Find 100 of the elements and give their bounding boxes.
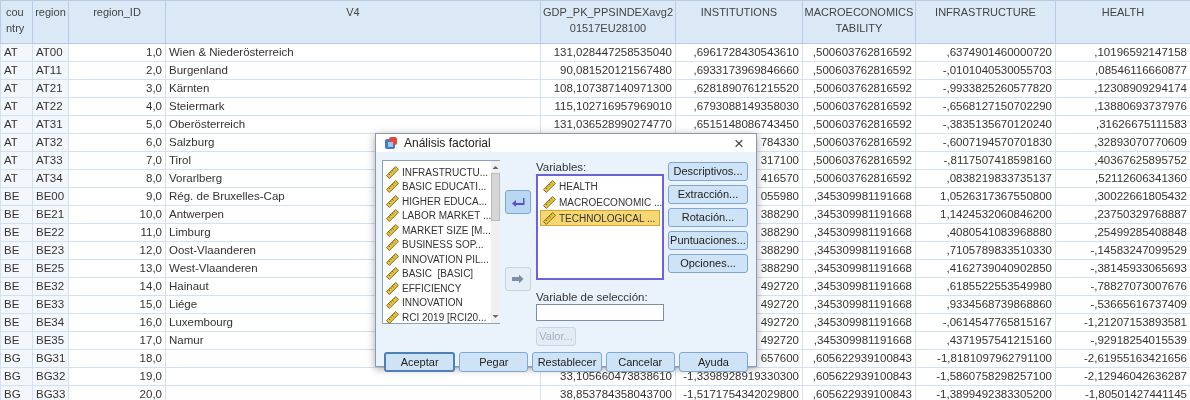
table-cell: ,500603762816592: [802, 97, 916, 116]
table-cell: -,0101040530055703: [915, 61, 1056, 80]
dialog-button[interactable]: Opciones...: [668, 254, 748, 273]
table-cell: 11,0: [68, 223, 166, 242]
table-cell: Kärnten: [165, 79, 541, 98]
scrollbar-thumb[interactable]: [491, 173, 501, 221]
table-cell: 10,0: [68, 205, 166, 224]
table-cell: ,6281890761215520: [675, 79, 803, 98]
table-cell: 15,0: [68, 295, 166, 314]
table-cell: 1,0: [68, 43, 166, 62]
table-cell: 16,0: [68, 313, 166, 332]
table-cell: 14,0: [68, 277, 166, 296]
ruler-icon: [386, 238, 399, 252]
table-cell: ,345309981191668: [802, 205, 916, 224]
table-cell: Burgenland: [165, 61, 541, 80]
ruler-icon: [386, 267, 399, 281]
column-header[interactable]: V4: [346, 4, 360, 20]
table-cell: 3,0: [68, 79, 166, 98]
dialog-button[interactable]: Puntuaciones...: [668, 231, 748, 250]
table-cell: 19,0: [68, 367, 166, 386]
variable-item[interactable]: LABOR MARKET ...: [402, 208, 492, 224]
arrow-icon: [511, 273, 525, 285]
ruler-icon: [386, 194, 399, 208]
variable-item[interactable]: TECHNOLOGICAL ...: [540, 210, 660, 226]
table-cell: ,605622939100843: [802, 367, 916, 386]
table-cell: ,6933173969846660: [675, 61, 803, 80]
table-cell: ,9334568739868860: [915, 295, 1056, 314]
ruler-icon: [386, 281, 399, 295]
table-cell: ,6374901460000720: [915, 43, 1056, 62]
table-cell: ,605622939100843: [802, 349, 916, 368]
variable-item[interactable]: MARKET SIZE [M...: [402, 222, 491, 238]
table-cell: 108,107387140971300: [540, 79, 676, 98]
table-cell: ,500603762816592: [802, 169, 916, 188]
ruler-icon: [386, 180, 399, 194]
dialog-button[interactable]: Descriptivos...: [668, 162, 748, 181]
table-cell: 12,0: [68, 241, 166, 260]
table-cell: 13,0: [68, 259, 166, 278]
table-cell: ,4162739040902850: [915, 259, 1056, 278]
dialog-title: Análisis factorial: [404, 135, 491, 152]
table-cell: 131,028447258535040: [540, 43, 676, 62]
table-cell: ,345309981191668: [802, 331, 916, 350]
scrollbar[interactable]: [491, 161, 501, 323]
table-cell: -1,5860758298257100: [915, 367, 1056, 386]
column-header[interactable]: region_ID: [93, 4, 141, 20]
table-cell: 17,0: [68, 331, 166, 350]
table-cell: ,500603762816592: [802, 43, 916, 62]
scroll-down-icon[interactable]: [491, 312, 501, 321]
ruler-icon: [386, 209, 399, 223]
dialog-button[interactable]: Cancelar: [605, 352, 675, 372]
table-cell: ,500603762816592: [802, 151, 916, 170]
close-button[interactable]: ×: [730, 134, 748, 152]
table-cell: ,345309981191668: [802, 241, 916, 260]
variable-item[interactable]: MACROECONOMIC ...: [540, 194, 660, 210]
move-button[interactable]: [505, 190, 531, 214]
table-cell: 2,0: [68, 61, 166, 80]
table-cell: 1,0526317367550800: [915, 187, 1056, 206]
ruler-icon: [386, 252, 399, 266]
ruler-icon: [386, 223, 399, 237]
ruler-icon: [543, 195, 556, 209]
table-cell: Wien & Niederösterreich: [165, 43, 541, 62]
table-cell: ,500603762816592: [802, 79, 916, 98]
table-cell: 1,1424532060846200: [915, 205, 1056, 224]
selection-variable-field[interactable]: [536, 304, 664, 321]
variable-item[interactable]: HEALTH: [540, 178, 660, 194]
table-cell: ,500603762816592: [802, 61, 916, 80]
table-cell: ,6961728430543610: [675, 43, 803, 62]
dialog-button[interactable]: Ayuda: [678, 352, 748, 372]
ruler-icon: [386, 165, 399, 179]
dialog-button[interactable]: Restablecer: [532, 352, 602, 372]
ruler-icon: [543, 179, 556, 193]
dialog-button[interactable]: Rotación...: [668, 208, 748, 227]
dialog-button[interactable]: Extracción...: [668, 185, 748, 204]
table-cell: ,4080541083968880: [915, 223, 1056, 242]
table-cell: ,500603762816592: [802, 115, 916, 134]
table-cell: ,345309981191668: [802, 313, 916, 332]
column-header[interactable]: HEALTH: [1101, 4, 1145, 20]
table-cell: 90,081520121567480: [540, 61, 676, 80]
table-cell: -,3835135670120240: [915, 115, 1056, 134]
table-cell: ,345309981191668: [802, 223, 916, 242]
table-cell: -,9933825260577820: [915, 79, 1056, 98]
dialog-button[interactable]: Aceptar: [384, 352, 456, 372]
table-cell: ,345309981191668: [802, 295, 916, 314]
table-cell: ,4371957541215160: [915, 331, 1056, 350]
table-cell: -,0614547765815167: [915, 313, 1056, 332]
variable-item[interactable]: INNOVATION: [402, 295, 463, 311]
dialog-button[interactable]: Pegar: [459, 352, 529, 372]
table-cell: 5,0: [68, 115, 166, 134]
app-icon: [384, 136, 398, 150]
table-cell: ,6185522553549980: [915, 277, 1056, 296]
ruler-icon: [386, 296, 399, 310]
table-cell: ,7105789833510330: [915, 241, 1056, 260]
table-cell: -,6568127150702290: [915, 97, 1056, 116]
table-cell: 8,0: [68, 169, 166, 188]
table-cell: 7,0: [68, 151, 166, 170]
table-cell: 4,0: [68, 97, 166, 116]
variable-item[interactable]: EFFICIENCY: [402, 280, 462, 296]
table-cell: -,6007194570701830: [915, 133, 1056, 152]
table-cell: 18,0: [68, 349, 166, 368]
ruler-icon: [386, 310, 399, 324]
table-cell: ,345309981191668: [802, 187, 916, 206]
